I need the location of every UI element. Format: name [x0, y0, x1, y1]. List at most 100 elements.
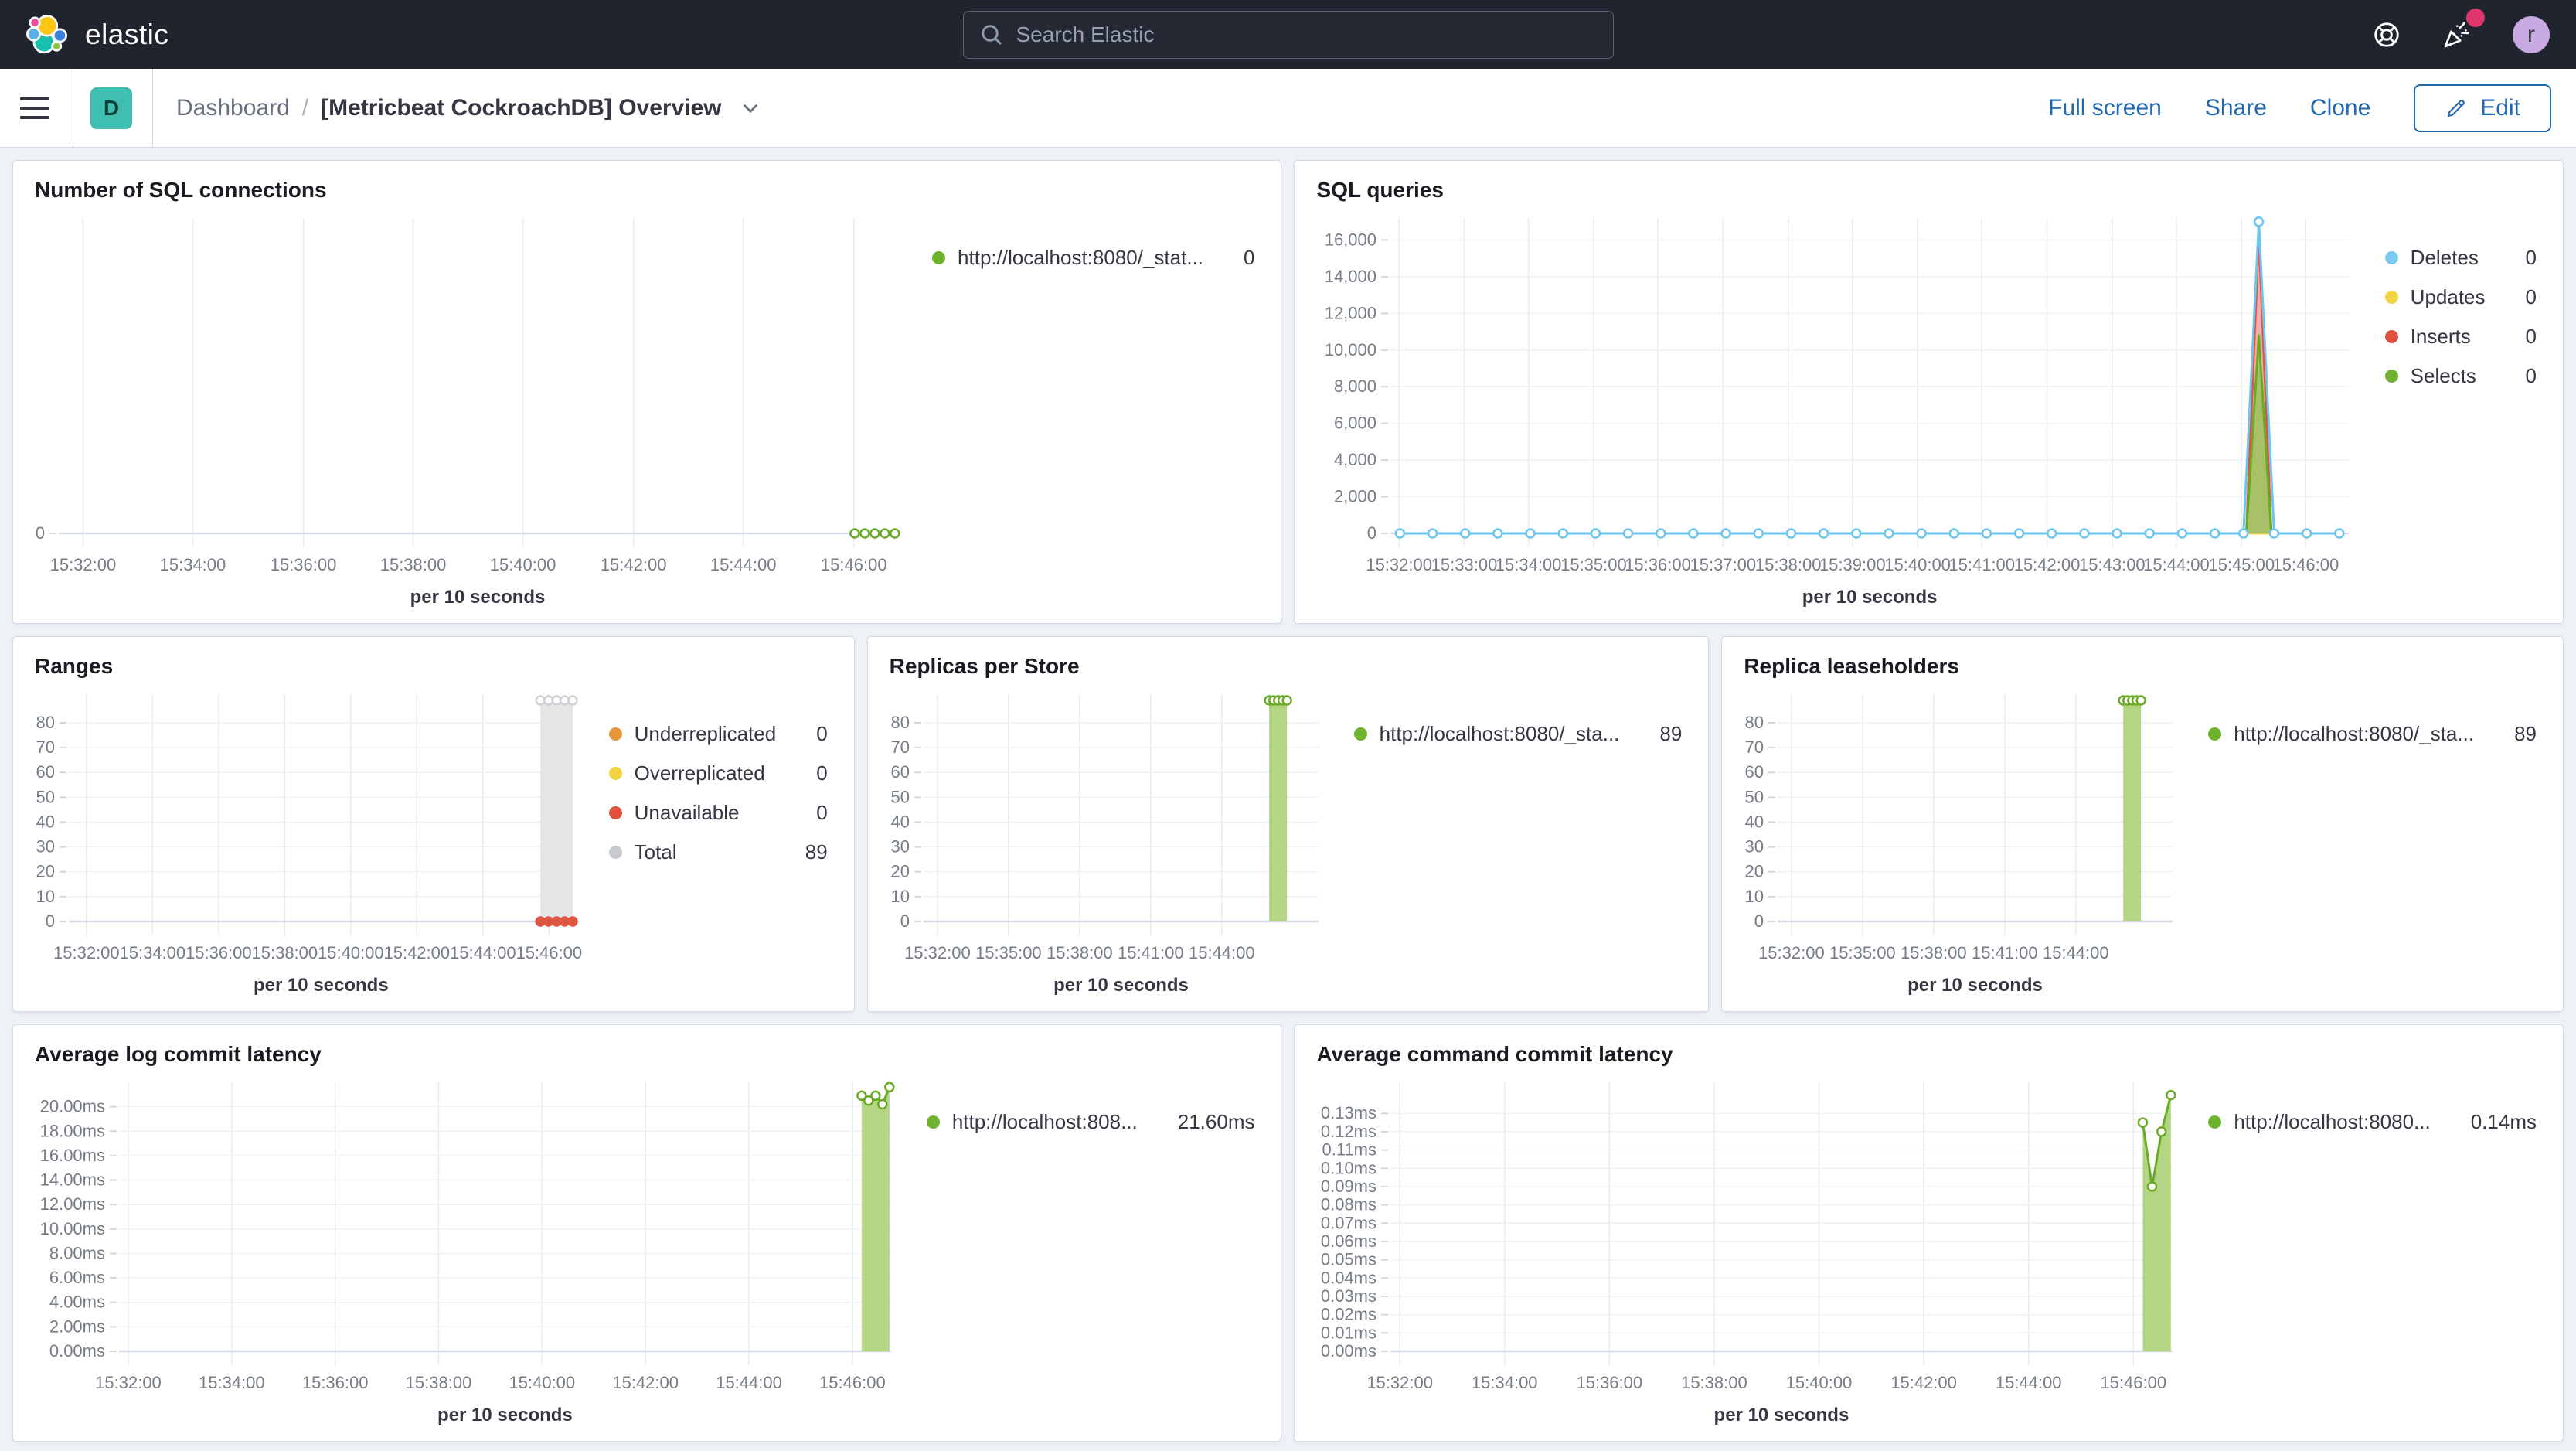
kibana-dashboard-page: elastic Search Elastic r D Dashboard / […	[0, 0, 2576, 1451]
menu-icon[interactable]	[0, 69, 70, 147]
svg-text:14.00ms: 14.00ms	[40, 1170, 105, 1190]
svg-text:15:40:00: 15:40:00	[318, 943, 384, 962]
dashboard-app-badge: D	[90, 87, 132, 129]
svg-text:40: 40	[1745, 812, 1764, 831]
legend-item[interactable]: Selects 0	[2384, 364, 2537, 388]
svg-text:per 10 seconds: per 10 seconds	[1714, 1405, 1849, 1425]
svg-text:0.13ms: 0.13ms	[1321, 1103, 1376, 1122]
legend-item[interactable]: http://localhost:8080/_stat... 0	[932, 246, 1254, 270]
clone-button[interactable]: Clone	[2310, 95, 2370, 121]
legend-series-dot-icon	[2384, 330, 2398, 343]
svg-text:15:34:00: 15:34:00	[1472, 1373, 1538, 1392]
svg-text:10.00ms: 10.00ms	[40, 1219, 105, 1238]
svg-text:15:44:00: 15:44:00	[710, 555, 777, 574]
svg-text:16.00ms: 16.00ms	[40, 1146, 105, 1165]
legend-series-dot-icon	[2208, 727, 2222, 741]
svg-text:15:38:00: 15:38:00	[252, 943, 318, 962]
legend-series-label: Deletes	[2410, 246, 2479, 269]
svg-text:30: 30	[36, 837, 55, 857]
svg-text:15:34:00: 15:34:00	[199, 1373, 265, 1392]
legend-series-label: Overreplicated	[634, 761, 765, 785]
share-button[interactable]: Share	[2205, 95, 2267, 121]
svg-text:15:41:00: 15:41:00	[1949, 555, 2016, 574]
legend-item[interactable]: http://localhost:8080/_sta... 89	[2208, 722, 2537, 746]
chart-number-of-sql-connections: 0 15:32:00 15:34:00 15:36:00 15:38:00 15:40:0…	[36, 218, 900, 608]
legend-item[interactable]: http://localhost:808... 21.60ms	[926, 1110, 1255, 1134]
legend-item[interactable]: Underreplicated 0	[608, 722, 828, 746]
elastic-logo-icon	[23, 11, 71, 59]
svg-text:15:36:00: 15:36:00	[185, 943, 252, 962]
svg-text:15:38:00: 15:38:00	[1682, 1373, 1748, 1392]
svg-text:15:32:00: 15:32:00	[53, 943, 120, 962]
chart-row: 0 2,000 4,000 6,000 8,000 10,000 12,000 14,000 1…	[1310, 204, 2547, 611]
legend-item[interactable]: Unavailable 0	[608, 801, 828, 825]
svg-text:70: 70	[36, 737, 55, 757]
chart-row: 0 10 20 30 40 50 60 70 80 15:32:00 15:34:00 15:36:0…	[29, 680, 839, 999]
svg-text:40: 40	[36, 812, 55, 831]
legend-series-value: 21.60ms	[1177, 1110, 1255, 1133]
svg-text:80: 80	[890, 713, 909, 732]
panel-ranges: Ranges 0 10 20 30 40 50 60 70 80 15:32:00 15:34:00…	[12, 636, 855, 1012]
legend-series-dot-icon	[2384, 370, 2398, 383]
chart-sql-queries: 0 2,000 4,000 6,000 8,000 10,000 12,000 14,000 1…	[1325, 216, 2350, 608]
svg-text:15:42:00: 15:42:00	[601, 555, 667, 574]
chart-row: 0.00ms 2.00ms 4.00ms 6.00ms 8.00ms 10.00ms 12.…	[29, 1068, 1265, 1429]
svg-text:15:46:00: 15:46:00	[2101, 1373, 2167, 1392]
edit-button[interactable]: Edit	[2414, 83, 2551, 132]
breadcrumb-dashboard-link[interactable]: Dashboard	[176, 95, 290, 121]
legend-series-label: http://localhost:8080/_sta...	[1379, 722, 1620, 745]
legend-item[interactable]: Updates 0	[2384, 285, 2537, 309]
svg-text:15:38:00: 15:38:00	[1046, 943, 1113, 962]
svg-text:10,000: 10,000	[1325, 340, 1376, 359]
brand-name: elastic	[85, 18, 169, 50]
svg-text:15:36:00: 15:36:00	[271, 555, 337, 574]
svg-text:15:44:00: 15:44:00	[2043, 943, 2109, 962]
svg-text:15:38:00: 15:38:00	[380, 555, 447, 574]
svg-text:60: 60	[890, 762, 909, 782]
svg-text:0.07ms: 0.07ms	[1321, 1213, 1376, 1232]
svg-text:0.00ms: 0.00ms	[49, 1341, 105, 1361]
svg-text:15:42:00: 15:42:00	[1891, 1373, 1958, 1392]
svg-text:15:32:00: 15:32:00	[1758, 943, 1825, 962]
svg-text:14,000: 14,000	[1325, 267, 1376, 286]
svg-text:15:42:00: 15:42:00	[612, 1373, 679, 1392]
svg-text:15:35:00: 15:35:00	[1561, 555, 1628, 574]
svg-text:0.04ms: 0.04ms	[1321, 1268, 1376, 1287]
svg-text:0: 0	[36, 523, 45, 543]
chevron-down-icon[interactable]	[739, 97, 762, 120]
svg-text:15:43:00: 15:43:00	[2080, 555, 2146, 574]
user-avatar[interactable]: r	[2513, 15, 2550, 53]
svg-text:per 10 seconds: per 10 seconds	[1053, 975, 1189, 996]
chart-row: 0 10 20 30 40 50 60 70 80 15:32:00 15:35:00 15:38:0…	[883, 680, 1693, 999]
svg-text:0.02ms: 0.02ms	[1321, 1305, 1376, 1324]
svg-text:15:46:00: 15:46:00	[821, 555, 887, 574]
help-icon[interactable]	[2372, 20, 2401, 49]
svg-text:15:32:00: 15:32:00	[904, 943, 971, 962]
svg-text:15:44:00: 15:44:00	[1189, 943, 1255, 962]
search-input[interactable]	[1014, 21, 1598, 48]
svg-text:70: 70	[1745, 737, 1764, 757]
legend-item[interactable]: http://localhost:8080/_sta... 89	[1353, 722, 1682, 746]
global-search[interactable]	[962, 10, 1614, 59]
legend-item[interactable]: Inserts 0	[2384, 325, 2537, 349]
legend-item[interactable]: Deletes 0	[2384, 246, 2537, 270]
legend-series-dot-icon	[926, 1115, 940, 1129]
svg-text:4.00ms: 4.00ms	[49, 1293, 105, 1312]
newsfeed-icon[interactable]	[2442, 8, 2485, 50]
svg-text:15:41:00: 15:41:00	[1118, 943, 1184, 962]
full-screen-button[interactable]: Full screen	[2048, 95, 2162, 121]
legend-item[interactable]: Total 89	[608, 840, 828, 864]
legend-series-label: Inserts	[2410, 325, 2471, 348]
svg-text:0.05ms: 0.05ms	[1321, 1250, 1376, 1269]
svg-text:15:44:00: 15:44:00	[1996, 1373, 2062, 1392]
svg-text:0: 0	[1367, 523, 1376, 543]
panel-number-of-sql-connections: Number of SQL connections 0 15:32:00 15:34…	[12, 160, 1282, 624]
svg-text:15:42:00: 15:42:00	[383, 943, 450, 962]
svg-text:15:40:00: 15:40:00	[490, 555, 556, 574]
elastic-brand[interactable]: elastic	[0, 11, 192, 59]
legend-item[interactable]: Overreplicated 0	[608, 761, 828, 785]
legend-item[interactable]: http://localhost:8080... 0.14ms	[2208, 1110, 2537, 1134]
chart-average-log-commit-latency: 0.00ms 2.00ms 4.00ms 6.00ms 8.00ms 10.00ms 12.…	[40, 1081, 895, 1425]
svg-text:per 10 seconds: per 10 seconds	[410, 587, 546, 608]
svg-text:10: 10	[36, 887, 55, 906]
